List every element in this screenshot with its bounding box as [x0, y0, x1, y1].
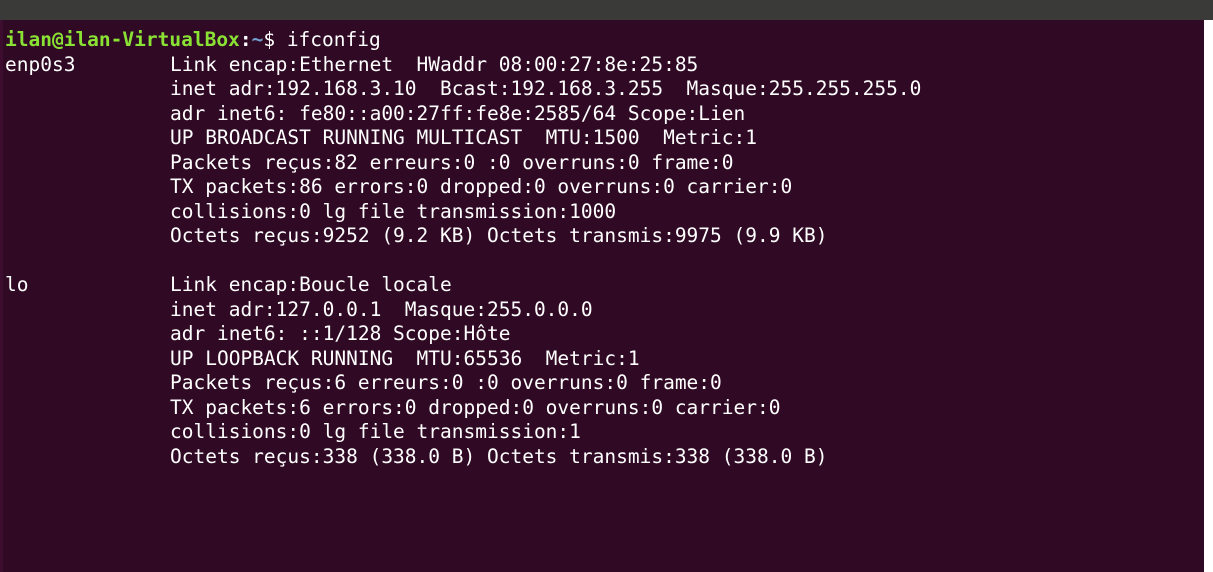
iface-line: collisions:0 lg file transmission:1 [5, 420, 921, 445]
iface-line: Packets reçus:82 erreurs:0 :0 overruns:0… [5, 151, 921, 176]
interface-name: enp0s3 [5, 52, 76, 76]
terminal-output: ilan@ilan-VirtualBox:~$ ifconfig enp0s3 Li… [5, 28, 921, 469]
iface-line: TX packets:86 errors:0 dropped:0 overrun… [5, 175, 921, 200]
command-text: ifconfig [286, 28, 381, 51]
output-text: Packets reçus:6 erreurs:0 :0 overruns:0 … [170, 371, 722, 394]
iface-line: UP LOOPBACK RUNNING MTU:65536 Metric:1 [5, 347, 921, 372]
terminal-output-area[interactable]: ilan@ilan-VirtualBox:~$ ifconfig enp0s3 Li… [0, 20, 1204, 572]
output-text: collisions:0 lg file transmission:1 [170, 420, 581, 443]
output-text: Link encap:Ethernet HWaddr 08:00:27:8e:2… [170, 52, 699, 76]
output-text: Octets reçus:338 (338.0 B) Octets transm… [170, 444, 828, 468]
terminal-window: ilan@ilan-VirtualBox:~$ ifconfig enp0s3 Li… [0, 0, 1213, 572]
output-text: Octets reçus:9252 (9.2 KB) Octets transm… [170, 224, 828, 247]
command-prompt-line: ilan@ilan-VirtualBox:~$ ifconfig [5, 28, 921, 53]
output-text: inet adr:192.168.3.10 Bcast:192.168.3.25… [170, 77, 922, 100]
output-text: Link encap:Boucle locale [170, 273, 452, 296]
iface-line: collisions:0 lg file transmission:1000 [5, 200, 921, 225]
prompt-symbol: $ [263, 28, 276, 51]
iface-line: adr inet6: fe80::a00:27ff:fe8e:2585/64 S… [5, 102, 921, 127]
output-text: collisions:0 lg file transmission:1000 [170, 199, 617, 223]
prompt-path: ~ [251, 28, 264, 51]
iface-line: enp0s3 Link encap:Ethernet HWaddr 08:00:2… [5, 53, 921, 78]
output-text: TX packets:86 errors:0 dropped:0 overrun… [170, 175, 793, 198]
output-text: TX packets:6 errors:0 dropped:0 overruns… [170, 395, 781, 419]
interface-name: lo [5, 273, 29, 296]
iface-line: Octets reçus:338 (338.0 B) Octets transm… [5, 445, 921, 470]
window-right-border [1204, 20, 1213, 572]
output-text: Packets reçus:82 erreurs:0 :0 overruns:0… [170, 150, 734, 174]
prompt-user-host: ilan@ilan-VirtualBox [5, 28, 240, 51]
output-text: inet adr:127.0.0.1 Masque:255.0.0.0 [170, 297, 593, 321]
iface-line: Packets reçus:6 erreurs:0 :0 overruns:0 … [5, 371, 921, 396]
iface-line: TX packets:6 errors:0 dropped:0 overruns… [5, 396, 921, 421]
iface-line: lo Link encap:Boucle locale [5, 273, 921, 298]
terminal-left-edge [0, 20, 3, 572]
iface-line: UP BROADCAST RUNNING MULTICAST MTU:1500 … [5, 126, 921, 151]
output-text: adr inet6: fe80::a00:27ff:fe8e:2585/64 S… [170, 101, 746, 125]
iface-line: inet adr:192.168.3.10 Bcast:192.168.3.25… [5, 77, 921, 102]
window-titlebar[interactable] [0, 0, 1213, 20]
output-text: UP LOOPBACK RUNNING MTU:65536 Metric:1 [170, 346, 640, 370]
output-text: UP BROADCAST RUNNING MULTICAST MTU:1500 … [170, 126, 757, 149]
prompt-colon: : [239, 28, 252, 51]
iface-line: adr inet6: ::1/128 Scope:Hôte [5, 322, 921, 347]
iface-line: Octets reçus:9252 (9.2 KB) Octets transm… [5, 224, 921, 249]
iface-line: inet adr:127.0.0.1 Masque:255.0.0.0 [5, 298, 921, 323]
output-text: adr inet6: ::1/128 Scope:Hôte [170, 322, 511, 345]
